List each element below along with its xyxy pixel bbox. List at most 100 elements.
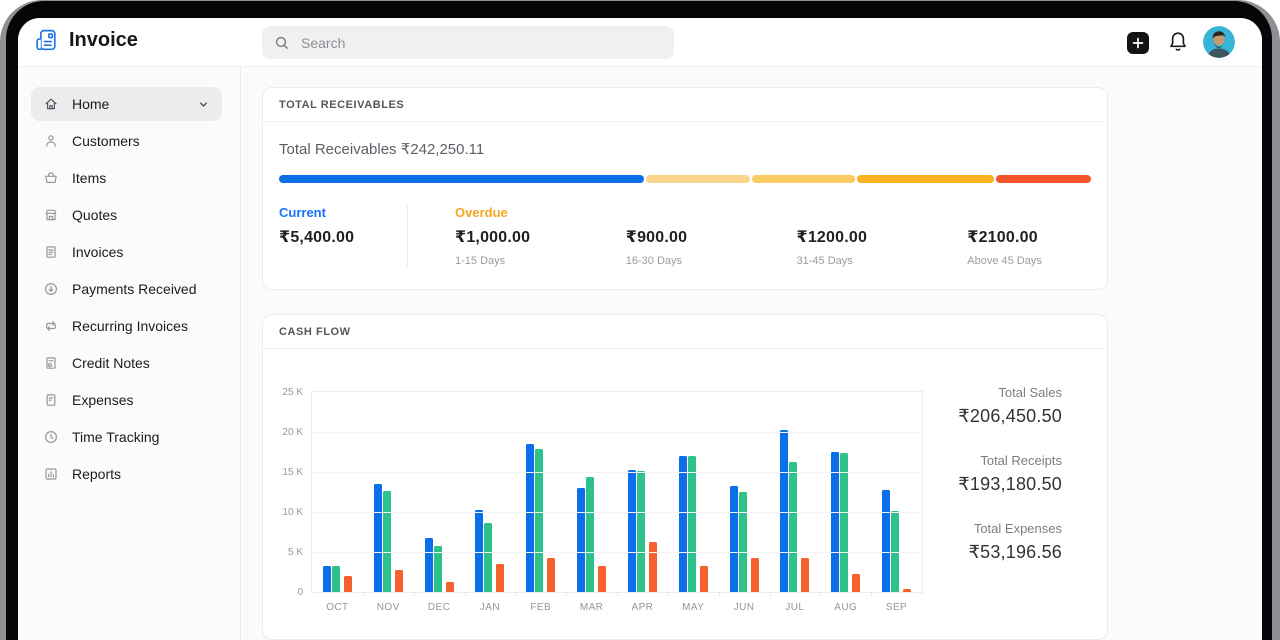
search-input[interactable] [299,34,662,52]
column-label-spacer [967,205,1091,224]
search-bar[interactable] [262,26,674,59]
current-amount: ₹5,400.00 [279,227,407,247]
current-label: Current [279,205,407,224]
column-label-spacer [797,205,921,224]
chart-group-aug: AUG [820,392,871,592]
sidebar-item-home[interactable]: Home [31,87,222,121]
overdue-period: Above 45 Days [967,255,1091,267]
x-axis-label: JUN [719,602,770,613]
current-column: Current ₹5,400.00 [279,205,408,267]
bar-receipts-jan [484,523,492,592]
sidebar-item-invoices[interactable]: Invoices [31,235,222,269]
sidebar: Home Customers Items Quotes InvoicesPayments… [18,67,241,640]
cash-flow-totals: Total Sales₹206,450.50Total Receipts₹193… [958,385,1062,589]
cash-flow-card: CASH FLOW OCTNOVDECJANFEBMARAPRMAYJUNJUL… [262,314,1108,640]
home-icon [43,96,59,112]
bar-receipts-feb [535,449,543,592]
x-axis-label: SEP [871,602,922,613]
expenses-icon [43,392,59,408]
payments-received-icon [43,281,59,297]
receivables-segment-current [279,175,644,183]
chart-group-oct: OCT [312,392,363,592]
x-axis-tick [617,592,618,596]
x-axis-label: FEB [515,602,566,613]
x-axis-tick [465,592,466,596]
total-total-sales: Total Sales ₹206,450.50 [958,385,1062,427]
bar-sales-apr [628,470,636,592]
x-axis-tick [414,592,415,596]
plus-icon [1132,37,1144,49]
sidebar-item-label: Home [72,96,109,112]
sidebar-item-expenses[interactable]: Expenses [31,383,222,417]
bar-sales-sep [882,490,890,592]
receivables-segment-overdue-1-15 [646,175,749,183]
gridline [312,512,922,513]
total-receivables-summary: Total Receivables ₹242,250.11 [279,140,1091,158]
sidebar-item-label: Expenses [72,392,133,408]
x-axis-tick [515,592,516,596]
bar-expenses-oct [344,576,352,592]
bar-expenses-feb [547,558,555,592]
sidebar-item-items[interactable]: Items [31,161,222,195]
x-axis-label: APR [617,602,668,613]
total-value: ₹206,450.50 [958,406,1062,427]
time-tracking-icon [43,429,59,445]
bar-receipts-aug [840,453,848,592]
y-axis-tick: 15 K [265,467,303,478]
bar-sales-may [679,456,687,592]
total-receivables-card-title: TOTAL RECEIVABLES [263,88,1107,122]
receivables-breakdown: Current ₹5,400.00 Overdue₹1,000.001-15 D… [279,205,1091,267]
user-avatar[interactable] [1203,26,1235,58]
total-label: Total Sales [958,385,1062,400]
x-axis-tick [719,592,720,596]
total-label: Total Receipts [958,453,1062,468]
overdue-column-31-45-days: ₹1200.00 31-45 Days [750,205,921,267]
chart-group-mar: MAR [566,392,617,592]
overdue-amount: ₹900.00 [626,227,750,247]
y-axis-tick: 25 K [265,387,303,398]
bar-receipts-oct [332,566,340,592]
x-axis-tick [363,592,364,596]
sidebar-item-quotes[interactable]: Quotes [31,198,222,232]
bar-sales-jun [730,486,738,592]
overdue-amount: ₹1200.00 [797,227,921,247]
bar-sales-nov [374,484,382,592]
bar-receipts-nov [383,491,391,592]
top-bar: Invoice [18,18,1262,66]
overdue-column-1-15-days: Overdue₹1,000.001-15 Days [408,205,579,267]
sidebar-item-payments-received[interactable]: Payments Received [31,272,222,306]
sidebar-item-label: Customers [72,133,140,149]
bar-sales-jul [780,430,788,592]
credit-notes-icon [43,355,59,371]
overdue-column-16-30-days: ₹900.0016-30 Days [579,205,750,267]
x-axis-label: JAN [464,602,515,613]
chart-plot: OCTNOVDECJANFEBMARAPRMAYJUNJULAUGSEP [312,392,922,592]
sidebar-item-credit-notes[interactable]: Credit Notes [31,346,222,380]
invoices-icon [43,244,59,260]
x-axis-tick [820,592,821,596]
sidebar-item-recurring-invoices[interactable]: Recurring Invoices [31,309,222,343]
overdue-period: 31-45 Days [797,255,921,267]
overdue-period: 1-15 Days [455,255,579,267]
cash-flow-card-title: CASH FLOW [263,315,1107,349]
column-label-spacer [626,205,750,224]
sidebar-item-label: Quotes [72,207,117,223]
content-area: Home Customers Items Quotes InvoicesPayments… [18,66,1262,640]
main-panel: TOTAL RECEIVABLES Total Receivables ₹242… [241,67,1262,640]
sidebar-item-time-tracking[interactable]: Time Tracking [31,420,222,454]
gridline [312,472,922,473]
x-axis-tick [668,592,669,596]
receivables-segment-overdue-16-30 [752,175,855,183]
create-new-button[interactable] [1127,32,1149,54]
x-axis-label: MAR [566,602,617,613]
chart-group-jul: JUL [769,392,820,592]
bar-expenses-jan [496,564,504,592]
app-window: Invoice [18,18,1262,640]
cash-flow-chart: OCTNOVDECJANFEBMARAPRMAYJUNJULAUGSEP 25 … [311,391,923,593]
sidebar-item-customers[interactable]: Customers [31,124,222,158]
sidebar-item-reports[interactable]: Reports [31,457,222,491]
x-axis-label: MAY [668,602,719,613]
notifications-button[interactable] [1166,30,1190,54]
total-label: Total Expenses [958,521,1062,536]
chart-group-apr: APR [617,392,668,592]
